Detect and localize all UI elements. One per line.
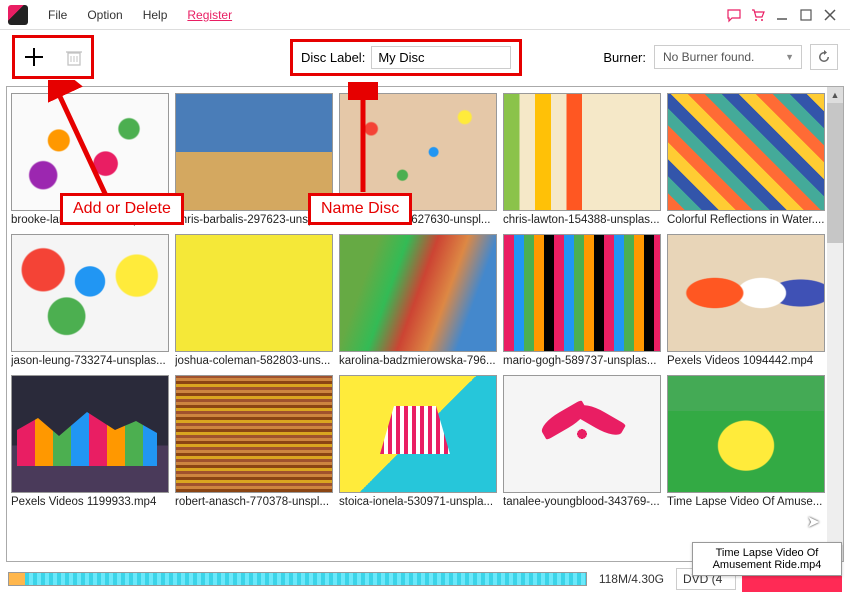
toolbar: Disc Label: Burner: No Burner found. ▼	[0, 30, 850, 84]
thumbnail-item[interactable]: stoica-ionela-530971-unspla...	[339, 375, 497, 508]
chevron-down-icon: ▼	[785, 52, 794, 62]
thumbnail-label: chris-lawton-154388-unsplas...	[503, 214, 661, 226]
thumbnail-item[interactable]: Time Lapse Video Of Amuse...	[667, 375, 825, 508]
thumbnail-image	[503, 234, 661, 352]
disc-label-input[interactable]	[371, 46, 511, 69]
burner-group: Burner: No Burner found. ▼	[603, 44, 838, 70]
close-icon[interactable]	[821, 6, 839, 24]
thumbnail-image	[339, 234, 497, 352]
thumbnail-item[interactable]: Pexels Videos 1094442.mp4	[667, 234, 825, 367]
menu-register[interactable]: Register	[177, 8, 242, 22]
scroll-handle[interactable]	[827, 103, 843, 243]
add-button[interactable]	[19, 42, 49, 72]
menu-help[interactable]: Help	[133, 8, 178, 22]
add-delete-group	[12, 35, 94, 79]
delete-button[interactable]	[61, 44, 87, 70]
thumbnail-grid: brooke-lark-235088-unsplas... chris-barb…	[7, 87, 827, 561]
thumbnail-label: robert-anasch-770378-unspl...	[175, 496, 333, 508]
menu-file[interactable]: File	[38, 8, 77, 22]
thumbnail-label: stoica-ionela-530971-unspla...	[339, 496, 497, 508]
thumbnail-item[interactable]: karolina-badzmierowska-796...	[339, 234, 497, 367]
plus-icon	[23, 46, 45, 68]
annotation-arrow-icon	[48, 80, 128, 210]
thumbnail-item[interactable]: tanalee-youngblood-343769-...	[503, 375, 661, 508]
thumbnail-item[interactable]: chris-lawton-154388-unsplas...	[503, 93, 661, 226]
thumbnail-label: joshua-coleman-582803-uns...	[175, 355, 333, 367]
maximize-icon[interactable]	[797, 6, 815, 24]
menubar: File Option Help Register	[0, 0, 850, 30]
thumbnail-label: Time Lapse Video Of Amuse...	[667, 496, 825, 508]
burner-dropdown[interactable]: No Burner found.	[654, 45, 802, 69]
vertical-scrollbar[interactable]: ▲ ▼	[827, 87, 843, 561]
thumbnail-image	[339, 375, 497, 493]
annotation-name-disc: Name Disc	[308, 193, 412, 225]
burner-label: Burner:	[603, 50, 646, 65]
thumbnail-image	[667, 93, 825, 211]
thumbnail-label: jason-leung-733274-unsplas...	[11, 355, 169, 367]
thumbnail-item[interactable]: Pexels Videos 1199933.mp4	[11, 375, 169, 508]
cursor-icon: ➤	[807, 512, 820, 532]
thumbnail-image	[175, 375, 333, 493]
refresh-button[interactable]	[810, 44, 838, 70]
annotation-add-delete: Add or Delete	[60, 193, 184, 225]
thumbnail-item[interactable]: Colorful Reflections in Water....	[667, 93, 825, 226]
thumbnail-image	[11, 234, 169, 352]
thumbnail-label: karolina-badzmierowska-796...	[339, 355, 497, 367]
thumbnail-label: Pexels Videos 1199933.mp4	[11, 496, 169, 508]
capacity-fill	[9, 573, 25, 585]
app-logo-icon	[8, 5, 28, 25]
capacity-text: 118M/4.30G	[593, 572, 670, 586]
thumbnail-label: Pexels Videos 1094442.mp4	[667, 355, 825, 367]
thumbnail-image	[175, 234, 333, 352]
thumbnail-image	[503, 375, 661, 493]
thumbnail-label: mario-gogh-589737-unsplas...	[503, 355, 661, 367]
thumbnail-label: tanalee-youngblood-343769-...	[503, 496, 661, 508]
tooltip: Time Lapse Video Of Amusement Ride.mp4	[692, 542, 842, 576]
thumbnail-item[interactable]: joshua-coleman-582803-uns...	[175, 234, 333, 367]
thumbnail-item[interactable]: robert-anasch-770378-unspl...	[175, 375, 333, 508]
thumbnail-item[interactable]: jason-leung-733274-unsplas...	[11, 234, 169, 367]
thumbnail-image	[667, 375, 825, 493]
disc-label-group: Disc Label:	[290, 39, 522, 76]
trash-icon	[64, 47, 84, 67]
thumbnail-label: Colorful Reflections in Water....	[667, 214, 825, 226]
thumbnail-image	[503, 93, 661, 211]
scroll-up-icon[interactable]: ▲	[827, 87, 843, 103]
minimize-icon[interactable]	[773, 6, 791, 24]
thumbnail-item[interactable]: mario-gogh-589737-unsplas...	[503, 234, 661, 367]
capacity-progress	[8, 572, 587, 586]
annotation-arrow-icon	[348, 82, 378, 202]
thumbnail-image	[667, 234, 825, 352]
thumbnail-image	[11, 375, 169, 493]
chat-icon[interactable]	[725, 6, 743, 24]
cart-icon[interactable]	[749, 6, 767, 24]
content-area: brooke-lark-235088-unsplas... chris-barb…	[6, 86, 844, 562]
disc-label-text: Disc Label:	[301, 50, 365, 65]
refresh-icon	[816, 49, 832, 65]
menu-option[interactable]: Option	[77, 8, 132, 22]
